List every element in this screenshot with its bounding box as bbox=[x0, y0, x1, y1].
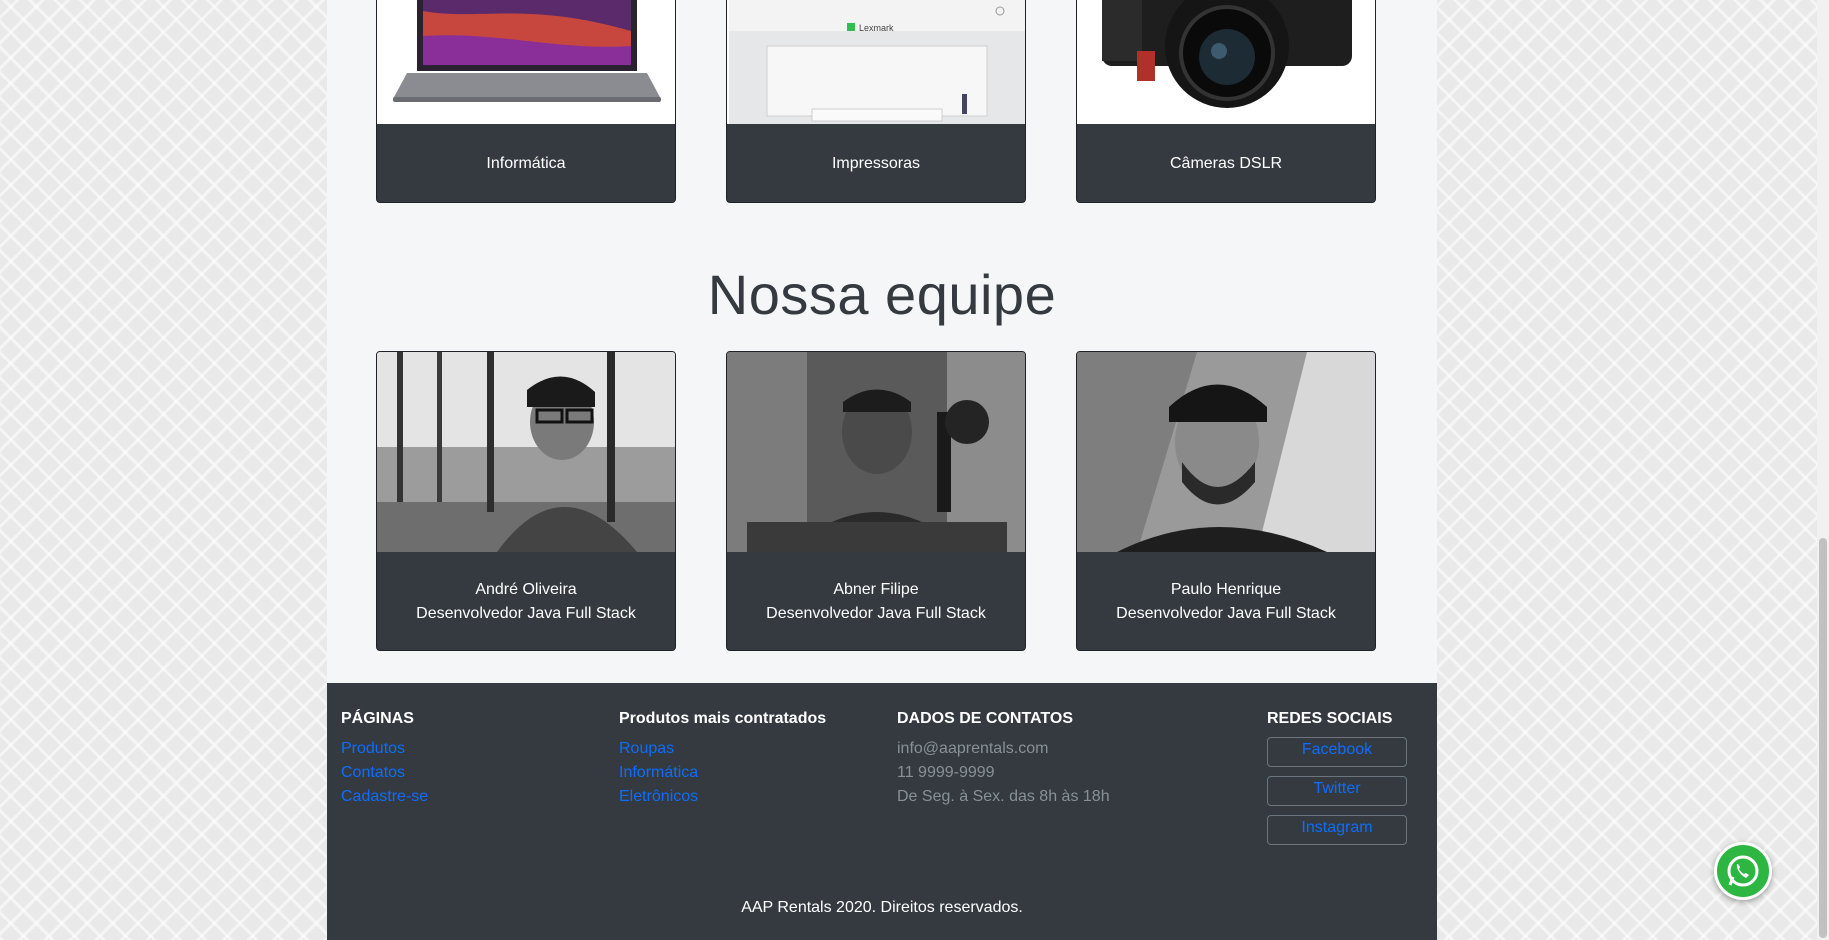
member-role: Desenvolvedor Java Full Stack bbox=[1116, 605, 1336, 622]
member-name: Paulo Henrique bbox=[1170, 581, 1282, 598]
team-card: Paulo Henrique Desenvolvedor Java Full S… bbox=[1076, 351, 1376, 651]
member-role: Desenvolvedor Java Full Stack bbox=[416, 605, 636, 622]
category-card-cameras[interactable]: Câmeras DSLR bbox=[1076, 0, 1376, 203]
contact-hours: De Seg. à Sex. das 8h às 18h bbox=[897, 788, 1110, 805]
member-role: Desenvolvedor Java Full Stack bbox=[766, 605, 986, 622]
footer-products-title: Produtos mais contratados bbox=[619, 710, 827, 727]
scrollbar-thumb[interactable] bbox=[1819, 538, 1827, 938]
category-label: Impressoras bbox=[831, 155, 921, 172]
laptop-image bbox=[377, 0, 675, 124]
category-label: Informática bbox=[486, 155, 566, 172]
member-name: André Oliveira bbox=[475, 581, 577, 598]
footer-link-eletronicos[interactable]: Eletrônicos bbox=[619, 785, 826, 809]
footer-pages-column: PÁGINAS Produtos Contatos Cadastre-se bbox=[341, 707, 428, 809]
footer-social-title: REDES SOCIAIS bbox=[1267, 710, 1393, 727]
footer-link-contatos[interactable]: Contatos bbox=[341, 761, 428, 785]
camera-image bbox=[1077, 0, 1375, 124]
site-footer: PÁGINAS Produtos Contatos Cadastre-se Pr… bbox=[327, 683, 1437, 940]
footer-pages-title: PÁGINAS bbox=[341, 710, 414, 727]
category-card-impressoras[interactable]: Lexmark Impressoras bbox=[726, 0, 1026, 203]
team-member-photo bbox=[1077, 352, 1375, 552]
footer-link-produtos[interactable]: Produtos bbox=[341, 737, 428, 761]
footer-contacts-column: DADOS DE CONTATOS info@aaprentals.com 11… bbox=[897, 707, 1110, 809]
category-label: Câmeras DSLR bbox=[1169, 155, 1283, 172]
whatsapp-button[interactable] bbox=[1714, 842, 1772, 900]
team-card: Abner Filipe Desenvolvedor Java Full Sta… bbox=[726, 351, 1026, 651]
instagram-button[interactable]: Instagram bbox=[1267, 815, 1407, 845]
copyright-text: AAP Rentals 2020. Direitos reservados. bbox=[741, 899, 1023, 916]
team-member-photo bbox=[377, 352, 675, 552]
team-member-photo bbox=[727, 352, 1025, 552]
footer-contacts-title: DADOS DE CONTATOS bbox=[897, 710, 1074, 727]
whatsapp-icon bbox=[1727, 855, 1759, 887]
footer-products-column: Produtos mais contratados Roupas Informá… bbox=[619, 707, 826, 809]
contact-phone: 11 9999-9999 bbox=[897, 764, 995, 781]
footer-link-informatica[interactable]: Informática bbox=[619, 761, 826, 785]
footer-link-roupas[interactable]: Roupas bbox=[619, 737, 826, 761]
team-section-title: Nossa equipe bbox=[707, 263, 1057, 326]
category-card-informatica[interactable]: Informática bbox=[376, 0, 676, 203]
page-container: Informática Lexmark Impressoras Câmeras … bbox=[327, 0, 1437, 940]
printer-brand: Lexmark bbox=[859, 23, 894, 33]
footer-link-cadastre-se[interactable]: Cadastre-se bbox=[341, 785, 428, 809]
facebook-button[interactable]: Facebook bbox=[1267, 737, 1407, 767]
footer-social-column: REDES SOCIAIS Facebook Twitter Instagram bbox=[1267, 707, 1407, 854]
twitter-button[interactable]: Twitter bbox=[1267, 776, 1407, 806]
member-name: Abner Filipe bbox=[833, 581, 919, 598]
page-scrollbar[interactable] bbox=[1817, 0, 1829, 940]
printer-image: Lexmark bbox=[727, 0, 1025, 124]
contact-email: info@aaprentals.com bbox=[897, 740, 1049, 757]
team-card: André Oliveira Desenvolvedor Java Full S… bbox=[376, 351, 676, 651]
